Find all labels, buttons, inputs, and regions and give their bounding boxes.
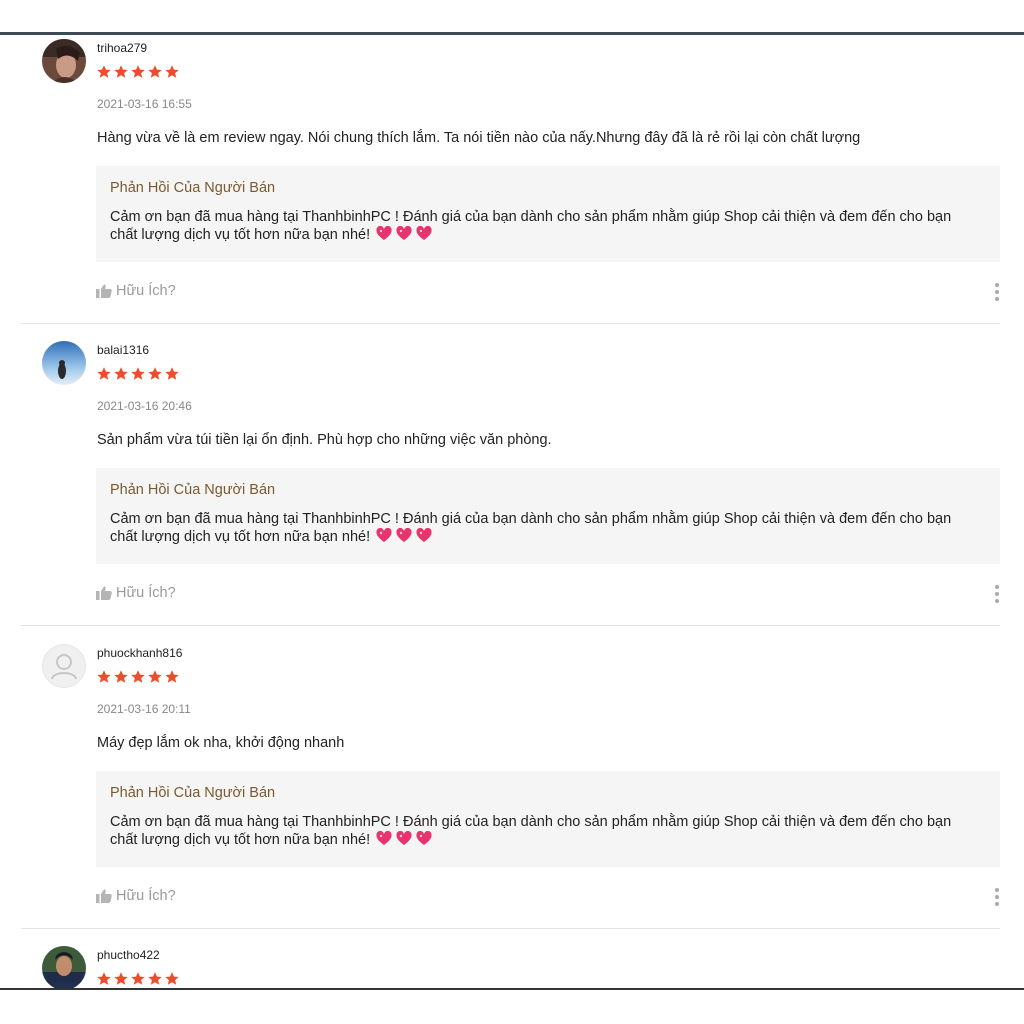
star-icon xyxy=(97,65,111,78)
sparkling-heart-icon xyxy=(376,528,392,542)
review-timestamp: 2021-03-16 16:55 xyxy=(97,97,192,111)
seller-reply-text-wrap: Cảm ơn bạn đã mua hàng tại ThanhbinhPC !… xyxy=(110,813,980,849)
avatar-photo xyxy=(42,341,86,385)
star-icon xyxy=(97,972,111,985)
star-icon xyxy=(131,367,145,380)
hearts xyxy=(376,528,432,543)
sparkling-heart-icon xyxy=(416,831,432,845)
helpful-label: Hữu Ích? xyxy=(116,888,176,904)
seller-reply: Phản Hồi Của Người Bán Cảm ơn bạn đã mua… xyxy=(96,468,1000,564)
review-comment: Sản phẩm vừa túi tiền lại ổn định. Phù h… xyxy=(97,432,552,448)
seller-reply-text: Cảm ơn bạn đã mua hàng tại ThanhbinhPC !… xyxy=(110,814,952,848)
star-icon xyxy=(165,367,179,380)
avatar-photo xyxy=(42,946,86,988)
avatar[interactable] xyxy=(42,946,86,988)
review-timestamp: 2021-03-16 20:11 xyxy=(97,702,191,716)
thumbs-up-icon xyxy=(96,889,112,903)
star-icon xyxy=(97,670,111,683)
username[interactable]: trihoa279 xyxy=(97,41,147,55)
sparkling-heart-icon xyxy=(396,528,412,542)
helpful-button[interactable]: Hữu Ích? xyxy=(96,585,176,601)
thumbs-up-icon xyxy=(96,284,112,298)
seller-reply-text: Cảm ơn bạn đã mua hàng tại ThanhbinhPC !… xyxy=(110,511,952,545)
seller-reply-text-wrap: Cảm ơn bạn đã mua hàng tại ThanhbinhPC !… xyxy=(110,510,980,546)
review-timestamp: 2021-03-16 20:46 xyxy=(97,399,192,413)
sparkling-heart-icon xyxy=(396,831,412,845)
avatar[interactable] xyxy=(42,39,86,83)
username[interactable]: phuockhanh816 xyxy=(97,646,182,660)
seller-reply-title: Phản Hồi Của Người Bán xyxy=(110,785,276,801)
rating-stars xyxy=(96,971,180,987)
more-options-button[interactable] xyxy=(993,888,1001,906)
more-options-button[interactable] xyxy=(993,585,1001,603)
review-divider xyxy=(21,323,1000,324)
seller-reply-text: Cảm ơn bạn đã mua hàng tại ThanhbinhPC !… xyxy=(110,209,952,243)
sparkling-heart-icon xyxy=(376,831,392,845)
seller-reply-text-wrap: Cảm ơn bạn đã mua hàng tại ThanhbinhPC !… xyxy=(110,208,980,244)
review-divider xyxy=(21,928,1000,929)
seller-reply-title: Phản Hồi Của Người Bán xyxy=(110,482,276,498)
avatar[interactable] xyxy=(42,644,86,688)
sparkling-heart-icon xyxy=(376,226,392,240)
avatar-photo xyxy=(42,39,86,83)
star-icon xyxy=(148,972,162,985)
rating-stars xyxy=(96,669,180,685)
star-icon xyxy=(165,670,179,683)
sparkling-heart-icon xyxy=(396,226,412,240)
star-icon xyxy=(114,367,128,380)
star-icon xyxy=(148,670,162,683)
helpful-button[interactable]: Hữu Ích? xyxy=(96,283,176,299)
star-icon xyxy=(148,367,162,380)
bottom-border xyxy=(0,988,1024,990)
username[interactable]: phuctho422 xyxy=(97,948,160,962)
sparkling-heart-icon xyxy=(416,528,432,542)
star-icon xyxy=(114,670,128,683)
review-divider xyxy=(21,625,1000,626)
avatar[interactable] xyxy=(42,341,86,385)
username[interactable]: balai1316 xyxy=(97,343,149,357)
seller-reply: Phản Hồi Của Người Bán Cảm ơn bạn đã mua… xyxy=(96,771,1000,867)
thumbs-up-icon xyxy=(96,586,112,600)
star-icon xyxy=(114,65,128,78)
review-comment: Hàng vừa về là em review ngay. Nói chung… xyxy=(97,130,861,146)
rating-stars xyxy=(96,64,180,80)
default-user-icon xyxy=(51,654,77,680)
star-icon xyxy=(97,367,111,380)
star-icon xyxy=(114,972,128,985)
more-options-button[interactable] xyxy=(993,283,1001,301)
hearts xyxy=(376,831,432,846)
helpful-label: Hữu Ích? xyxy=(116,283,176,299)
helpful-button[interactable]: Hữu Ích? xyxy=(96,888,176,904)
star-icon xyxy=(148,65,162,78)
helpful-label: Hữu Ích? xyxy=(116,585,176,601)
seller-reply-title: Phản Hồi Của Người Bán xyxy=(110,180,276,196)
star-icon xyxy=(131,670,145,683)
seller-reply: Phản Hồi Của Người Bán Cảm ơn bạn đã mua… xyxy=(96,166,1000,262)
review-comment: Máy đẹp lắm ok nha, khởi động nhanh xyxy=(97,735,345,751)
star-icon xyxy=(165,972,179,985)
star-icon xyxy=(165,65,179,78)
star-icon xyxy=(131,972,145,985)
star-icon xyxy=(131,65,145,78)
hearts xyxy=(376,226,432,241)
rating-stars xyxy=(96,366,180,382)
sparkling-heart-icon xyxy=(416,226,432,240)
review-list: trihoa279 2021-03-16 16:55 Hàng vừa về l… xyxy=(0,35,1024,988)
